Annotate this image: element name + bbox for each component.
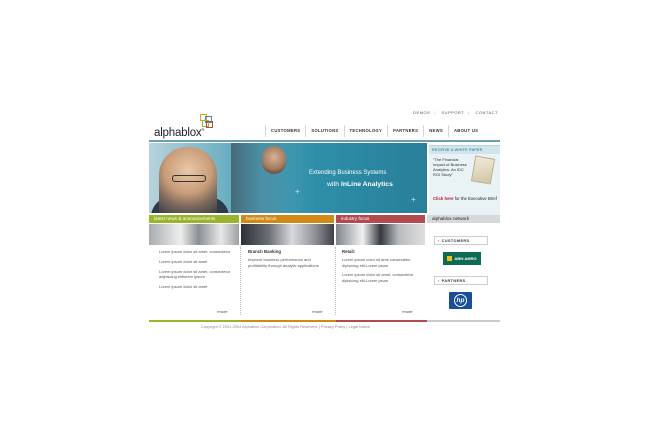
click-here-rest: for the Executive Brief (453, 196, 497, 201)
hero-woman-image (262, 146, 286, 174)
hero-subheadline: with InLine Analytics (327, 181, 393, 188)
column-divider (240, 247, 241, 315)
more-label: more (218, 309, 228, 314)
hero-glasses (172, 175, 206, 182)
privacy-policy-link[interactable]: Privacy Policy (321, 324, 345, 329)
hero-sub-bold: InLine Analytics (340, 181, 393, 188)
nav-about-us[interactable]: ABOUT US (447, 125, 483, 137)
white-paper-heading: RECEIVE A WHITE PAPER (429, 146, 500, 154)
hp-logo-text: hp (454, 294, 467, 307)
alphablox-logo[interactable]: alphablox® (154, 114, 214, 140)
divider: | (434, 110, 436, 115)
footer-bar (241, 320, 336, 322)
industry-focus-text: Lorem ipsum dolor sit amet, consectetur … (342, 272, 414, 283)
hero-banner[interactable]: + + Extending Business Systems with InLi… (149, 143, 427, 213)
nav-partners[interactable]: PARTNERS (387, 125, 423, 137)
business-focus-content: Branch Banking Improve business performa… (248, 249, 328, 272)
site-container: DEMOS | SUPPORT | CONTACT alphablox® CUSTO… (149, 106, 500, 334)
footer-bar (427, 320, 500, 322)
plus-icon: + (295, 187, 300, 196)
copyright-text: Copyright © 2001-2004 Alphablox Corporat… (201, 324, 318, 329)
utility-nav: DEMOS | SUPPORT | CONTACT (409, 110, 498, 115)
news-more-link[interactable]: ›more (217, 309, 227, 314)
white-paper-link[interactable]: Click here for the Executive Brief (433, 196, 497, 201)
section-header-network: alphablox network (427, 215, 500, 223)
logo-text: alphablox (154, 127, 202, 139)
main-nav: CUSTOMERS SOLUTIONS TECHNOLOGY PARTNERS … (265, 125, 483, 137)
white-paper-title: “The Financial Impact of Business Analyt… (433, 157, 467, 177)
trademark: ® (201, 127, 205, 133)
legal-notice-link[interactable]: Legal Notice (348, 324, 370, 329)
divider: | (468, 110, 470, 115)
abn-amro-shield-icon (447, 256, 453, 262)
industry-photo-strip (336, 224, 425, 245)
hp-logo[interactable]: hp (449, 292, 472, 309)
news-item[interactable]: Lorem ipsum dolor sit amet (159, 284, 233, 289)
nav-news[interactable]: NEWS (423, 125, 448, 137)
column-divider (335, 247, 336, 315)
arrow-icon: › (438, 278, 440, 283)
nav-solutions[interactable]: SOLUTIONS (305, 125, 343, 137)
industry-more-link[interactable]: ›more (402, 309, 412, 314)
section-header-industry: industry focus (336, 215, 425, 223)
news-item[interactable]: Lorem ipsum dolor sit amet, consectetur (159, 249, 233, 254)
news-photo-strip (149, 224, 239, 245)
abn-amro-text: ABN·AMRO (454, 256, 477, 261)
abn-amro-logo[interactable]: ABN·AMRO (443, 252, 481, 265)
nav-customers[interactable]: CUSTOMERS (265, 125, 305, 137)
footer-bar (336, 320, 427, 322)
white-paper-promo[interactable]: RECEIVE A WHITE PAPER “The Financial Imp… (429, 145, 500, 215)
partners-label-text: PARTNERS (441, 278, 466, 283)
industry-focus-title[interactable]: Retail: (342, 249, 419, 254)
util-link-demos[interactable]: DEMOS (413, 110, 430, 115)
footer-copyright: Copyright © 2001-2004 Alphablox Corporat… (201, 324, 370, 329)
industry-focus-content: Retail: Lorem ipsum color sit ame consec… (342, 249, 419, 287)
nav-technology[interactable]: TECHNOLOGY (343, 125, 388, 137)
logo-square (206, 121, 213, 128)
util-link-contact[interactable]: CONTACT (475, 110, 498, 115)
hero-headline: Extending Business Systems (309, 170, 387, 176)
section-header-business: business focus (241, 215, 334, 223)
news-item[interactable]: Lorem ipsum dolor sit amet, consectetur … (159, 269, 233, 280)
customers-label-text: CUSTOMERS (441, 238, 470, 243)
more-label: more (403, 309, 413, 314)
plus-icon: + (411, 195, 416, 204)
footer-bar (149, 320, 241, 322)
business-photo-strip (241, 224, 334, 245)
hero-sub-prefix: with (327, 181, 341, 188)
document-icon (470, 155, 496, 185)
header-rule (149, 140, 500, 142)
business-focus-title[interactable]: Branch Banking (248, 249, 328, 254)
customers-label[interactable]: › CUSTOMERS (434, 236, 488, 245)
click-here-link[interactable]: Click here (433, 196, 454, 201)
business-focus-text: Improve business performance and profita… (248, 257, 319, 268)
logo-wordmark: alphablox® (154, 127, 204, 139)
util-link-support[interactable]: SUPPORT (442, 110, 465, 115)
more-label: more (313, 309, 323, 314)
logo-squares-icon (200, 114, 214, 128)
news-item[interactable]: Lorem ipsum dolor sit amet (159, 259, 233, 264)
business-more-link[interactable]: ›more (312, 309, 322, 314)
arrow-icon: › (438, 238, 440, 243)
partners-label[interactable]: › PARTNERS (434, 276, 488, 285)
news-list: Lorem ipsum dolor sit amet, consectetur … (159, 249, 233, 293)
section-header-news: latest news & announcements (149, 215, 239, 223)
industry-focus-text: Lorem ipsum color sit ame consectetur di… (342, 257, 411, 268)
